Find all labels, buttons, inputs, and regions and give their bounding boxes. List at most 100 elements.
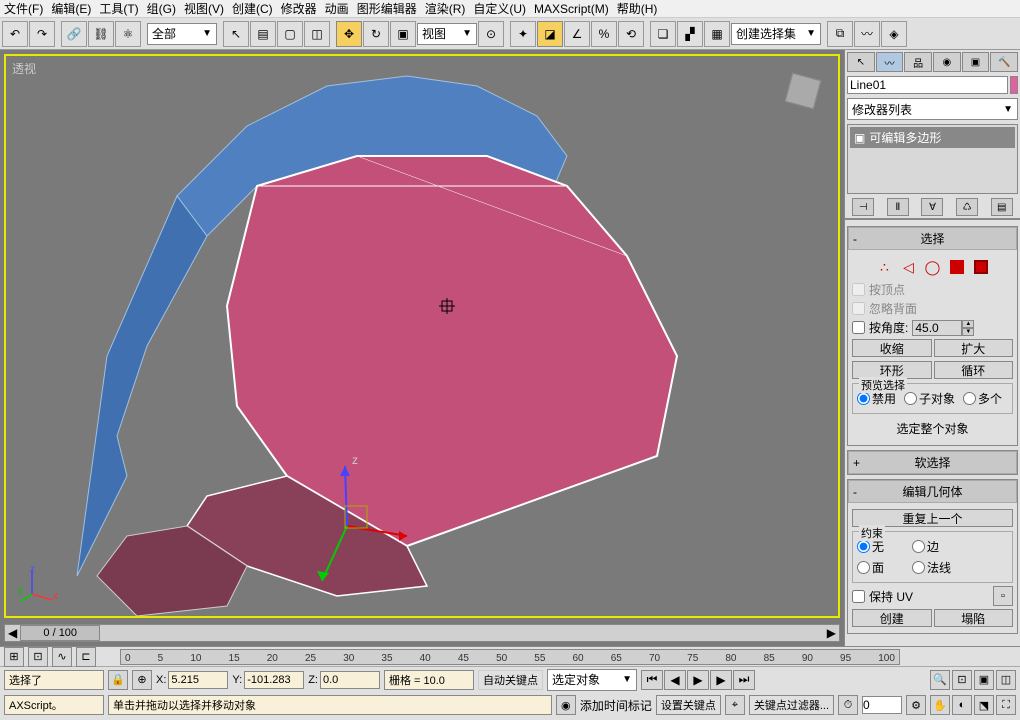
- play-button[interactable]: ▶: [687, 670, 709, 690]
- menu-views[interactable]: 视图(V): [184, 0, 224, 17]
- select-button[interactable]: ↖: [223, 21, 249, 47]
- constraint-normal-radio[interactable]: [912, 561, 925, 574]
- collapse-button[interactable]: 塌陷: [934, 609, 1014, 627]
- motion-tab[interactable]: ◉: [933, 52, 961, 72]
- y-coord-input[interactable]: [244, 671, 304, 689]
- time-slider[interactable]: 0 / 100: [20, 625, 100, 641]
- time-ruler[interactable]: ⊞ ⊡ ∿ ⊏ 0510 152025 303540 455055 606570…: [0, 646, 1020, 666]
- polygon-subobj-button[interactable]: [948, 258, 966, 276]
- angle-snap-button[interactable]: ∠: [564, 21, 590, 47]
- key-target-combo[interactable]: 选定对象▼: [547, 669, 637, 691]
- object-color-swatch[interactable]: [1010, 76, 1018, 94]
- auto-key-button[interactable]: 自动关键点: [478, 670, 543, 690]
- preview-off-radio[interactable]: [857, 392, 870, 405]
- goto-end-button[interactable]: ⏭: [733, 670, 755, 690]
- current-frame-input[interactable]: [862, 696, 902, 714]
- vertex-subobj-button[interactable]: ∴: [876, 258, 894, 276]
- menu-group[interactable]: 组(G): [147, 0, 176, 17]
- menu-modifiers[interactable]: 修改器: [281, 0, 317, 17]
- key-filters-button[interactable]: 关键点过滤器...: [749, 695, 834, 715]
- transform-type-button[interactable]: ⊕: [132, 670, 152, 690]
- track-bar-button4[interactable]: ⊏: [76, 647, 96, 667]
- pin-stack-button[interactable]: ⊣: [852, 198, 874, 216]
- unlink-button[interactable]: ⛓: [88, 21, 114, 47]
- perspective-viewport[interactable]: 透视 z: [4, 54, 840, 618]
- modify-tab[interactable]: 〰: [876, 52, 904, 72]
- z-coord-input[interactable]: [320, 671, 380, 689]
- redo-button[interactable]: ↷: [29, 21, 55, 47]
- mesh-object[interactable]: z: [6, 56, 838, 616]
- element-subobj-button[interactable]: [972, 258, 990, 276]
- key-mode-button[interactable]: ⌖: [725, 695, 745, 715]
- zoom-extents-all-button[interactable]: ◫: [996, 670, 1016, 690]
- track-bar-button3[interactable]: ∿: [52, 647, 72, 667]
- utilities-tab[interactable]: 🔨: [990, 52, 1018, 72]
- menu-grapheditors[interactable]: 图形编辑器: [357, 0, 417, 17]
- selection-filter-combo[interactable]: 全部▼: [147, 23, 217, 45]
- modifier-stack[interactable]: ▣ 可编辑多边形: [847, 124, 1018, 194]
- shrink-button[interactable]: 收缩: [852, 339, 932, 357]
- menu-help[interactable]: 帮助(H): [617, 0, 658, 17]
- time-config-button2[interactable]: ⚙: [906, 695, 926, 715]
- schematic-button[interactable]: ◈: [881, 21, 907, 47]
- menu-customize[interactable]: 自定义(U): [473, 0, 526, 17]
- layers-button[interactable]: ⧉: [827, 21, 853, 47]
- ruler-track[interactable]: 0510 152025 303540 455055 606570 758085 …: [120, 649, 900, 665]
- prev-frame-button[interactable]: ◀: [664, 670, 686, 690]
- time-config-button1[interactable]: ⏱: [838, 695, 858, 715]
- add-time-tag[interactable]: 添加时间标记: [580, 697, 652, 714]
- border-subobj-button[interactable]: ◯: [924, 258, 942, 276]
- menu-file[interactable]: 文件(F): [4, 0, 43, 17]
- timeline-bar[interactable]: ◀ 0 / 100 ▶: [4, 624, 840, 642]
- arc-rotate-button[interactable]: ◐: [952, 695, 972, 715]
- make-unique-button[interactable]: ∀: [921, 198, 943, 216]
- preview-subobj-radio[interactable]: [904, 392, 917, 405]
- hierarchy-tab[interactable]: 品: [904, 52, 932, 72]
- show-end-result-button[interactable]: Ⅱ: [887, 198, 909, 216]
- select-by-name-button[interactable]: ▤: [250, 21, 276, 47]
- menu-edit[interactable]: 编辑(E): [51, 0, 91, 17]
- expand-icon[interactable]: ▣: [854, 131, 865, 145]
- scale-button[interactable]: ▣: [390, 21, 416, 47]
- constraint-none-radio[interactable]: [857, 540, 870, 553]
- display-tab[interactable]: ▣: [962, 52, 990, 72]
- ref-coord-combo[interactable]: 视图▼: [417, 23, 477, 45]
- set-key-button[interactable]: 设置关键点: [656, 695, 721, 715]
- next-frame-button[interactable]: ▶: [710, 670, 732, 690]
- preview-multi-radio[interactable]: [963, 392, 976, 405]
- edge-subobj-button[interactable]: ◁: [900, 258, 918, 276]
- named-selset-combo[interactable]: 创建选择集▼: [731, 23, 821, 45]
- snap-toggle-button[interactable]: ◪: [537, 21, 563, 47]
- maximize-viewport-button[interactable]: ⛶: [996, 695, 1016, 715]
- configure-button[interactable]: ▤: [991, 198, 1013, 216]
- angle-spinner[interactable]: [912, 320, 962, 336]
- align-button[interactable]: ▦: [704, 21, 730, 47]
- lock-selection-button[interactable]: 🔒: [108, 670, 128, 690]
- mirror-button[interactable]: ▞: [677, 21, 703, 47]
- fov-button[interactable]: ⬔: [974, 695, 994, 715]
- pan-button[interactable]: ✋: [930, 695, 950, 715]
- constraint-face-radio[interactable]: [857, 561, 870, 574]
- selection-rollup-header[interactable]: -选择: [848, 227, 1017, 250]
- modifier-item[interactable]: ▣ 可编辑多边形: [850, 127, 1015, 148]
- menu-animation[interactable]: 动画: [325, 0, 349, 17]
- named-sel-button[interactable]: ❏: [650, 21, 676, 47]
- move-button[interactable]: ✥: [336, 21, 362, 47]
- percent-snap-button[interactable]: %: [591, 21, 617, 47]
- zoom-extents-button[interactable]: ▣: [974, 670, 994, 690]
- x-coord-input[interactable]: [168, 671, 228, 689]
- menu-maxscript[interactable]: MAXScript(M): [534, 2, 609, 16]
- curve-editor-button[interactable]: 〰: [854, 21, 880, 47]
- undo-button[interactable]: ↶: [2, 21, 28, 47]
- create-tab[interactable]: ↖: [847, 52, 875, 72]
- by-angle-checkbox[interactable]: [852, 321, 865, 334]
- link-button[interactable]: 🔗: [61, 21, 87, 47]
- loop-button[interactable]: 循环: [934, 361, 1014, 379]
- spinner-snap-button[interactable]: ⟲: [618, 21, 644, 47]
- preserve-uv-settings[interactable]: ▫: [993, 586, 1013, 606]
- bind-button[interactable]: ⚛: [115, 21, 141, 47]
- preserve-uv-checkbox[interactable]: [852, 590, 865, 603]
- menu-create[interactable]: 创建(C): [232, 0, 273, 17]
- constraint-edge-radio[interactable]: [912, 540, 925, 553]
- isolate-button[interactable]: ◉: [556, 695, 576, 715]
